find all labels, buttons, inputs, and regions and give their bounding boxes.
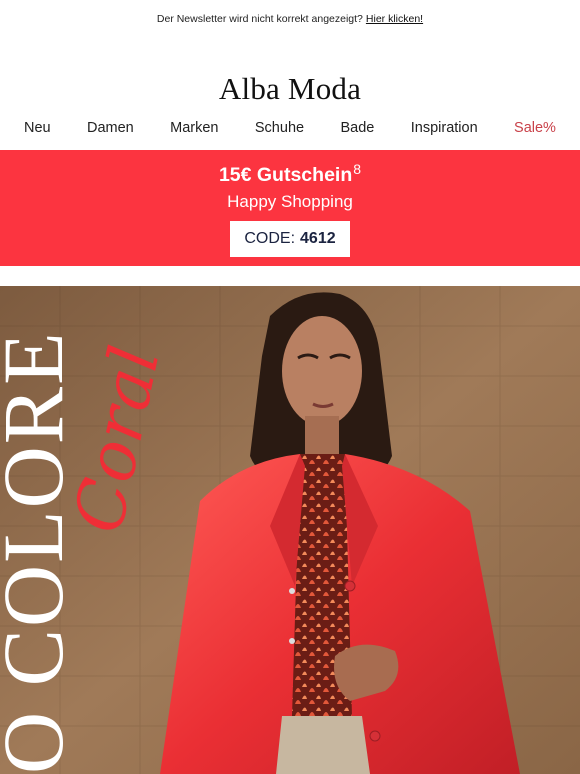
newsletter-notice-text: Der Newsletter wird nicht korrekt angeze… xyxy=(156,13,363,25)
voucher-title-text: 15€ Gutschein xyxy=(218,164,353,186)
nav-item-bade[interactable]: Bade xyxy=(340,120,374,136)
hero-banner[interactable]: O COLORE Coral xyxy=(0,286,580,774)
beige-trousers xyxy=(276,716,370,774)
hero-image: O COLORE Coral xyxy=(0,286,580,774)
voucher-code-value: 4612 xyxy=(300,229,336,247)
nav-item-sale[interactable]: Sale% xyxy=(514,120,556,136)
voucher-footnote: 8 xyxy=(353,161,362,177)
nav-item-schuhe[interactable]: Schuhe xyxy=(255,120,304,136)
nav-item-inspiration[interactable]: Inspiration xyxy=(411,120,478,136)
nav-item-marken[interactable]: Marken xyxy=(170,120,218,136)
voucher-banner: 15€ Gutschein8 Happy Shopping CODE: 4612 xyxy=(0,150,580,266)
voucher-subtitle: Happy Shopping xyxy=(227,191,353,211)
voucher-code-label: CODE: xyxy=(244,229,296,247)
model-face xyxy=(282,316,362,426)
header-logo[interactable]: Alba Moda xyxy=(0,38,580,106)
voucher-title: 15€ Gutschein8 xyxy=(219,162,361,186)
nav-item-damen[interactable]: Damen xyxy=(87,120,134,136)
main-navigation: Neu Damen Marken Schuhe Bade Inspiration… xyxy=(0,106,580,150)
brand-logo[interactable]: Alba Moda xyxy=(219,73,361,106)
voucher-code-button[interactable]: CODE: 4612 xyxy=(230,220,350,257)
view-in-browser-link[interactable]: Hier klicken! xyxy=(366,13,423,25)
nav-item-neu[interactable]: Neu xyxy=(24,120,51,136)
campaign-vertical-text: O COLORE xyxy=(0,330,81,774)
newsletter-notice: Der Newsletter wird nicht korrekt angeze… xyxy=(0,0,580,38)
